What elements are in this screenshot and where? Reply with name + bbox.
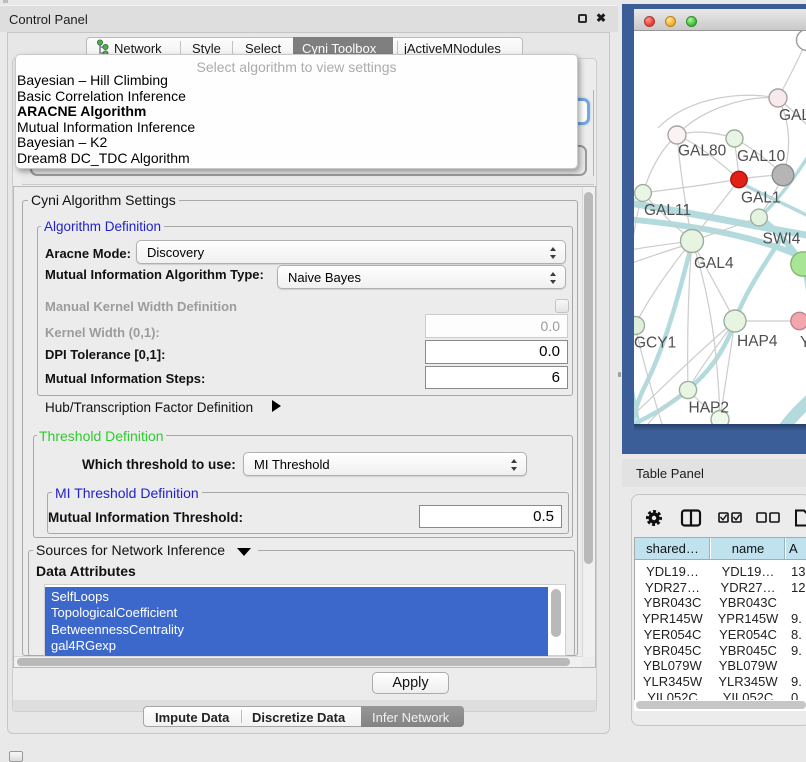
svg-text:GAL: GAL	[779, 107, 806, 124]
svg-text:GAL80: GAL80	[678, 143, 727, 160]
svg-text:GAL1: GAL1	[741, 190, 781, 207]
svg-text:Y: Y	[800, 334, 806, 351]
svg-text:SWI4: SWI4	[763, 231, 801, 248]
svg-text:GAL4: GAL4	[694, 255, 734, 272]
svg-text:HAP2: HAP2	[689, 400, 730, 417]
svg-text:HAP4: HAP4	[737, 333, 778, 350]
svg-text:GAL11: GAL11	[644, 202, 691, 219]
svg-text:GCY1: GCY1	[634, 335, 676, 352]
svg-text:GAL10: GAL10	[737, 148, 786, 165]
